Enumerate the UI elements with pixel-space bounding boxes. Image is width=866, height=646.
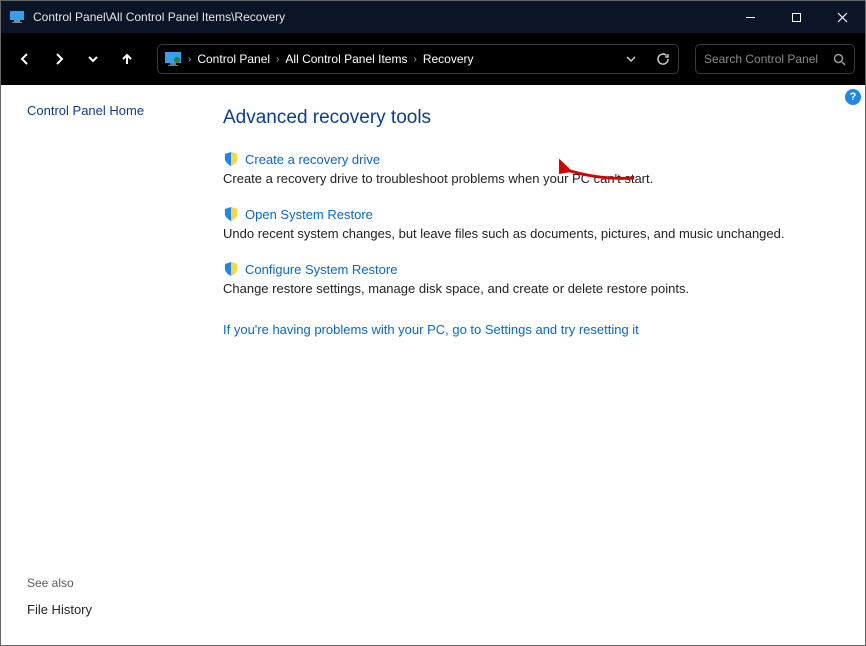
window-buttons [727,1,865,33]
back-button[interactable] [11,45,39,73]
shield-icon [223,261,239,277]
search-placeholder: Search Control Panel [704,52,827,66]
breadcrumb-recovery[interactable]: Recovery [423,52,474,66]
shield-icon [223,151,239,167]
control-panel-icon [9,9,25,25]
titlebar: Control Panel\All Control Panel Items\Re… [1,1,865,33]
control-panel-home-link[interactable]: Control Panel Home [27,103,201,118]
shield-icon [223,206,239,222]
breadcrumb-cp[interactable]: Control Panel [197,52,270,66]
see-also-label: See also [27,576,201,590]
open-system-restore-link[interactable]: Open System Restore [245,207,373,222]
tool-configure-system-restore: Configure System Restore Change restore … [223,261,835,296]
create-recovery-drive-link[interactable]: Create a recovery drive [245,152,380,167]
tool-open-system-restore: Open System Restore Undo recent system c… [223,206,835,241]
chevron-right-icon: › [413,54,416,65]
sidebar: Control Panel Home See also File History [1,85,201,645]
tool3-description: Change restore settings, manage disk spa… [223,281,835,296]
close-button[interactable] [819,1,865,33]
address-dropdown-icon[interactable] [622,50,640,68]
command-bar: ›Control Panel ›All Control Panel Items … [1,33,865,85]
tool1-description: Create a recovery drive to troubleshoot … [223,171,835,186]
content: Advanced recovery tools Create a recover… [201,85,865,645]
maximize-button[interactable] [773,1,819,33]
chevron-right-icon: › [276,54,279,65]
up-button[interactable] [113,45,141,73]
page-heading: Advanced recovery tools [223,107,835,129]
reset-pc-link[interactable]: If you're having problems with your PC, … [223,322,639,337]
tool-create-recovery-drive: Create a recovery drive Create a recover… [223,151,835,186]
address-bar-icon [164,50,182,68]
search-input[interactable]: Search Control Panel [695,44,855,74]
search-icon [833,53,846,66]
chevron-right-icon: › [188,54,191,65]
refresh-icon[interactable] [654,50,672,68]
body: ? Control Panel Home See also File Histo… [1,85,865,645]
address-bar[interactable]: ›Control Panel ›All Control Panel Items … [157,44,679,74]
window-title: Control Panel\All Control Panel Items\Re… [33,10,285,24]
recent-dropdown[interactable] [79,45,107,73]
file-history-link[interactable]: File History [27,602,201,617]
tool2-description: Undo recent system changes, but leave fi… [223,226,835,241]
forward-button[interactable] [45,45,73,73]
breadcrumb-all[interactable]: All Control Panel Items [285,52,407,66]
minimize-button[interactable] [727,1,773,33]
configure-system-restore-link[interactable]: Configure System Restore [245,262,397,277]
